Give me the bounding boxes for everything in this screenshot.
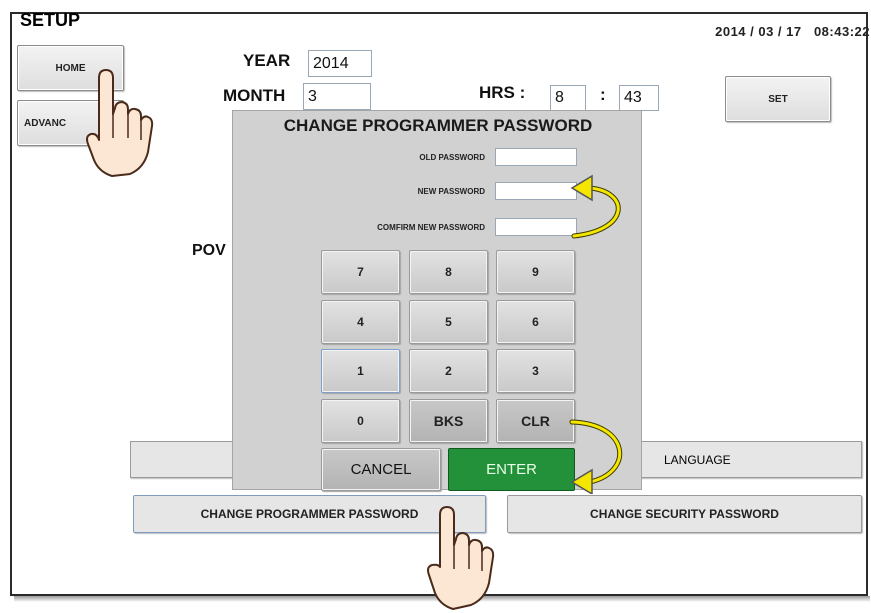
change-programmer-password-label: CHANGE PROGRAMMER PASSWORD bbox=[200, 507, 419, 521]
power-label-partial: POV bbox=[192, 242, 226, 259]
dialog-title: CHANGE PROGRAMMER PASSWORD bbox=[283, 116, 593, 135]
month-label: MONTH bbox=[223, 86, 286, 105]
key-8[interactable]: 8 bbox=[409, 250, 488, 294]
old-password-input[interactable] bbox=[495, 148, 577, 166]
set-button[interactable]: SET bbox=[725, 76, 831, 122]
home-button-label: HOME bbox=[55, 62, 86, 74]
page-title: SETUP bbox=[20, 10, 81, 30]
change-security-password-label: CHANGE SECURITY PASSWORD bbox=[590, 507, 779, 521]
year-input[interactable]: 2014 bbox=[308, 50, 372, 77]
time-colon: : bbox=[600, 85, 606, 104]
key-3[interactable]: 3 bbox=[496, 349, 575, 393]
new-password-label: NEW PASSWORD bbox=[417, 187, 485, 196]
key-0[interactable]: 0 bbox=[321, 399, 400, 443]
key-4[interactable]: 4 bbox=[321, 300, 400, 344]
key-6[interactable]: 6 bbox=[496, 300, 575, 344]
key-1[interactable]: 1 bbox=[321, 349, 400, 393]
key-9[interactable]: 9 bbox=[496, 250, 575, 294]
set-button-label: SET bbox=[768, 93, 788, 105]
minutes-input[interactable]: 43 bbox=[619, 85, 659, 111]
enter-button[interactable]: ENTER bbox=[448, 448, 575, 491]
month-input[interactable]: 3 bbox=[303, 83, 371, 110]
advanced-button-label: ADVANC bbox=[24, 117, 67, 129]
curved-arrow-icon bbox=[570, 174, 621, 239]
hours-label: HRS : bbox=[479, 83, 526, 102]
key-2[interactable]: 2 bbox=[409, 349, 488, 393]
old-password-label: OLD PASSWORD bbox=[419, 153, 485, 162]
confirm-password-label: COMFIRM NEW PASSWORD bbox=[377, 223, 485, 232]
key-5[interactable]: 5 bbox=[409, 300, 488, 344]
datetime-display: 2014 / 03 / 17 08:43:22 bbox=[715, 24, 870, 39]
year-label: YEAR bbox=[243, 51, 291, 70]
hand-pointer-icon bbox=[427, 506, 495, 610]
backspace-key[interactable]: BKS bbox=[409, 399, 488, 443]
hours-input[interactable]: 8 bbox=[550, 85, 586, 111]
cancel-button[interactable]: CANCEL bbox=[321, 448, 441, 491]
change-security-password-button[interactable]: CHANGE SECURITY PASSWORD bbox=[507, 495, 862, 533]
language-button-label: LANGUAGE bbox=[664, 453, 731, 467]
key-7[interactable]: 7 bbox=[321, 250, 400, 294]
curved-arrow-icon bbox=[569, 419, 623, 494]
hand-pointer-icon bbox=[86, 69, 154, 177]
